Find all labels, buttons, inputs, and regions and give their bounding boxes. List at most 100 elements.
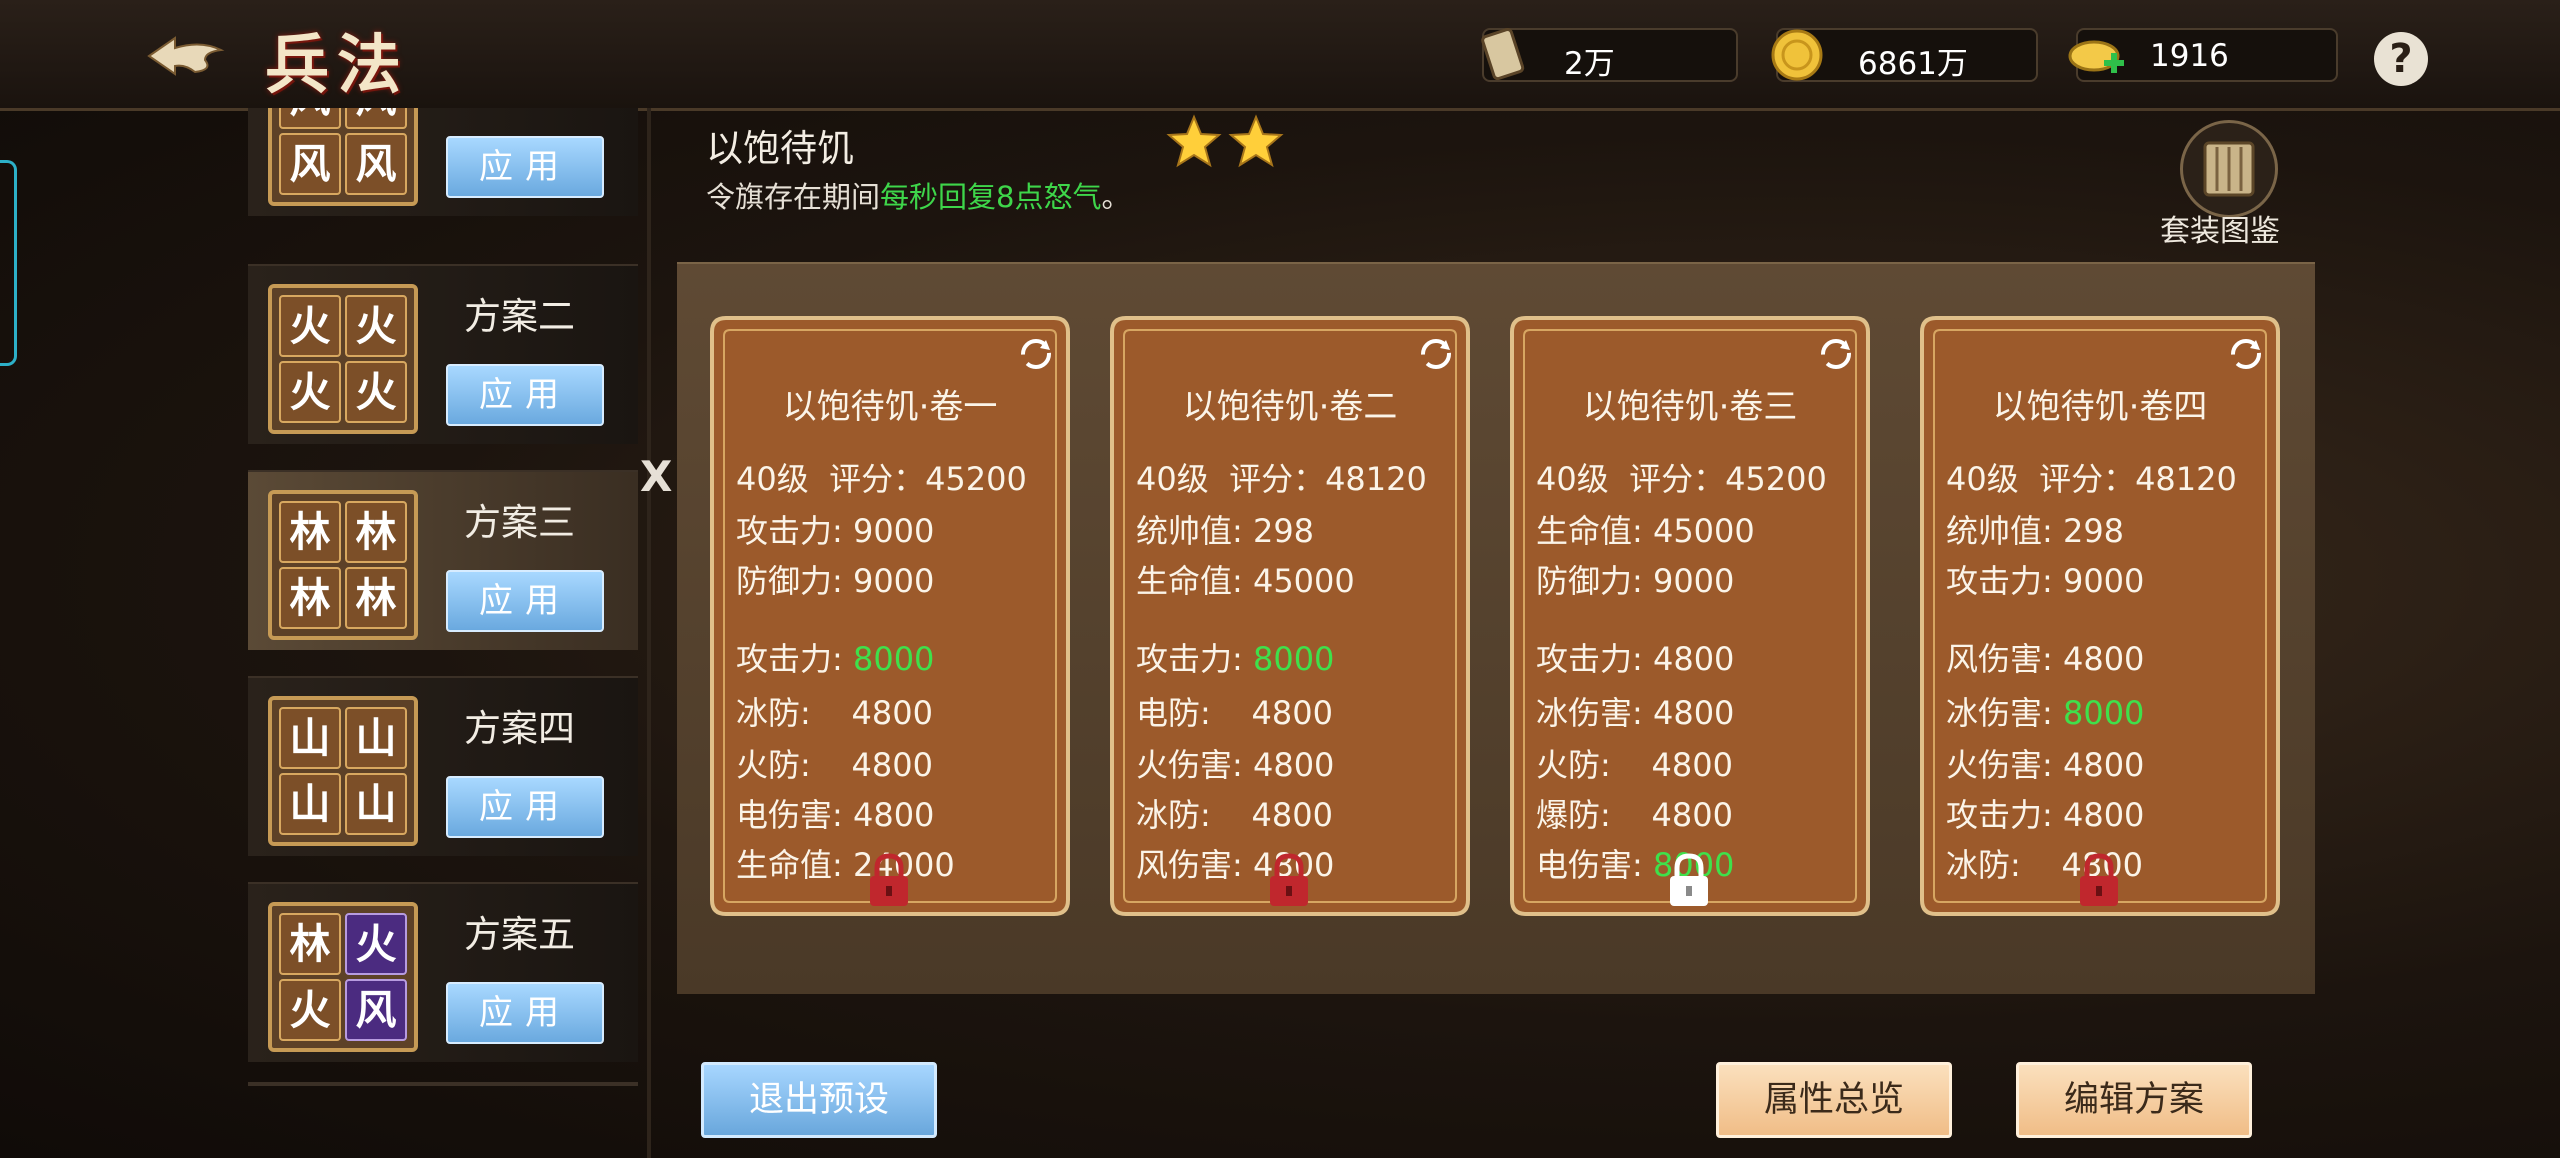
stat-value: 4800 bbox=[1252, 746, 1335, 784]
extra-stat: 冰伤害: 8000 bbox=[1946, 688, 2144, 734]
stat-label: 电伤害: bbox=[736, 796, 853, 834]
card-title: 以饱待饥·卷二 bbox=[1182, 387, 1398, 427]
scroll-card-3[interactable]: 以饱待饥·卷三 40级 评分：45200 生命值: 45000 防御力: 900… bbox=[1506, 312, 1874, 920]
stat-value: 4800 bbox=[2062, 640, 2145, 678]
stat-label: 电防: bbox=[1136, 694, 1252, 732]
extra-stat: 风伤害: 4800 bbox=[1946, 634, 2144, 680]
tile: 林 bbox=[279, 913, 341, 975]
tile: 火 bbox=[279, 979, 341, 1041]
tile: 火 bbox=[345, 361, 407, 423]
refresh-icon[interactable] bbox=[2226, 334, 2266, 374]
stat-value: 4800 bbox=[1251, 694, 1333, 732]
panel-divider bbox=[647, 108, 651, 1158]
refresh-icon[interactable] bbox=[1016, 334, 1056, 374]
apply-button[interactable]: 应用 bbox=[446, 136, 604, 198]
scroll-card-1[interactable]: 以饱待饥·卷一 40级 评分：45200 攻击力: 9000 防御力: 9000… bbox=[706, 312, 1074, 920]
scheme-name: 方案三 bbox=[464, 501, 575, 544]
refresh-icon[interactable] bbox=[1416, 334, 1456, 374]
scheme-item-4[interactable]: 山 山 山 山 方案四 应用 bbox=[248, 676, 638, 856]
scheme-name: 方案二 bbox=[464, 295, 575, 338]
stat-label: 火伤害: bbox=[1946, 746, 2063, 784]
stat-value: 4800 bbox=[852, 796, 935, 834]
tile: 火 bbox=[279, 295, 341, 357]
side-tab[interactable] bbox=[0, 160, 17, 366]
edit-scheme-button[interactable]: 编辑方案 bbox=[2016, 1062, 2252, 1138]
lock-icon[interactable] bbox=[1264, 850, 1314, 910]
tile: 林 bbox=[279, 567, 341, 629]
gold-coin-icon bbox=[1771, 29, 1823, 81]
stat-label: 火防: bbox=[736, 746, 852, 784]
tile: 林 bbox=[345, 501, 407, 563]
base-stat: 生命值: 45000 bbox=[1136, 562, 1355, 600]
close-icon[interactable]: X bbox=[640, 452, 672, 501]
tile: 山 bbox=[279, 707, 341, 769]
extra-stat: 生命值: 24000 bbox=[736, 840, 955, 886]
refresh-icon[interactable] bbox=[1816, 334, 1856, 374]
back-arrow-icon[interactable] bbox=[145, 30, 225, 82]
extra-stat: 电防: 4800 bbox=[1136, 688, 1333, 734]
stat-value: 8000 bbox=[2062, 694, 2145, 732]
card-title: 以饱待饥·卷一 bbox=[782, 387, 998, 427]
scheme-item-1[interactable]: 风 风 风 风 应用 bbox=[248, 108, 638, 216]
level-score: 40级 评分：45200 bbox=[1536, 460, 1827, 498]
scheme-tiles: 火 火 火 火 bbox=[268, 284, 418, 434]
apply-button[interactable]: 应用 bbox=[446, 982, 604, 1044]
apply-button[interactable]: 应用 bbox=[446, 364, 604, 426]
scheme-item-2[interactable]: 火 火 火 火 方案二 应用 bbox=[248, 264, 638, 444]
extra-stat: 攻击力: 8000 bbox=[736, 634, 934, 680]
resource-scroll-value: 2万 bbox=[1564, 46, 1615, 82]
stat-value: 4800 bbox=[1652, 640, 1735, 678]
extra-stat: 火防: 4800 bbox=[736, 740, 933, 786]
resource-scroll: 2万 bbox=[1481, 28, 1738, 82]
stat-value: 4800 bbox=[2062, 746, 2145, 784]
base-stat: 防御力: 9000 bbox=[736, 562, 935, 600]
resource-ingot[interactable]: 1916 bbox=[2068, 28, 2338, 82]
lock-icon[interactable] bbox=[864, 850, 914, 910]
base-stat: 防御力: 9000 bbox=[1536, 562, 1735, 600]
stat-label: 火防: bbox=[1536, 746, 1652, 784]
attribute-overview-button[interactable]: 属性总览 bbox=[1716, 1062, 1952, 1138]
extra-stat: 火伤害: 4800 bbox=[1946, 740, 2144, 786]
desc-prefix: 令旗存在期间 bbox=[706, 180, 881, 214]
list-divider bbox=[248, 1082, 638, 1086]
scheme-item-5[interactable]: 林 火 火 风 方案五 应用 bbox=[248, 882, 638, 1062]
stat-label: 爆防: bbox=[1536, 796, 1652, 834]
scheme-tiles: 林 火 火 风 bbox=[268, 902, 418, 1052]
extra-stat: 火伤害: 4800 bbox=[1136, 740, 1334, 786]
tile: 火 bbox=[345, 913, 407, 975]
stat-value: 4800 bbox=[851, 694, 933, 732]
stat-value: 8000 bbox=[852, 640, 935, 678]
ingot-plus-icon bbox=[2068, 40, 2124, 73]
exit-preset-button[interactable]: 退出预设 bbox=[701, 1062, 937, 1138]
tile: 风 bbox=[345, 133, 407, 195]
help-icon[interactable]: ? bbox=[2374, 32, 2428, 86]
unlock-icon[interactable] bbox=[1664, 850, 1714, 910]
extra-stat: 攻击力: 4800 bbox=[1946, 790, 2144, 836]
scroll-card-4[interactable]: 以饱待饥·卷四 40级 评分：48120 统帅值: 298 攻击力: 9000 … bbox=[1916, 312, 2284, 920]
book-gallery-icon[interactable] bbox=[2180, 120, 2278, 218]
apply-button[interactable]: 应用 bbox=[446, 776, 604, 838]
stat-label: 冰防: bbox=[736, 694, 852, 732]
extra-stat: 爆防: 4800 bbox=[1536, 790, 1733, 836]
base-stat: 统帅值: 298 bbox=[1136, 512, 1315, 550]
scheme-list[interactable]: 风 风 风 风 应用 火 火 火 火 方案二 应用 林 林 林 林 方案三 应用… bbox=[248, 108, 638, 1158]
lock-icon[interactable] bbox=[2074, 850, 2124, 910]
scheme-tiles: 山 山 山 山 bbox=[268, 696, 418, 846]
star-icon bbox=[1166, 114, 1222, 168]
base-stat: 统帅值: 298 bbox=[1946, 512, 2125, 550]
scheme-item-3[interactable]: 林 林 林 林 方案三 应用 bbox=[248, 470, 638, 650]
stat-label: 攻击力: bbox=[736, 640, 853, 678]
tile: 山 bbox=[279, 773, 341, 835]
stat-label: 冰防: bbox=[1136, 796, 1252, 834]
level-score: 40级 评分：45200 bbox=[736, 460, 1027, 498]
stat-label: 攻击力: bbox=[1536, 640, 1653, 678]
star-icon bbox=[1228, 114, 1284, 168]
scroll-card-2[interactable]: 以饱待饥·卷二 40级 评分：48120 统帅值: 298 生命值: 45000… bbox=[1106, 312, 1474, 920]
base-stat: 攻击力: 9000 bbox=[1946, 562, 2145, 600]
card-title: 以饱待饥·卷三 bbox=[1582, 387, 1798, 427]
gallery-label[interactable]: 套装图鉴 bbox=[2160, 206, 2280, 250]
level-score: 40级 评分：48120 bbox=[1946, 460, 2237, 498]
level-score: 40级 评分：48120 bbox=[1136, 460, 1427, 498]
apply-button[interactable]: 应用 bbox=[446, 570, 604, 632]
stat-label: 攻击力: bbox=[1946, 796, 2063, 834]
